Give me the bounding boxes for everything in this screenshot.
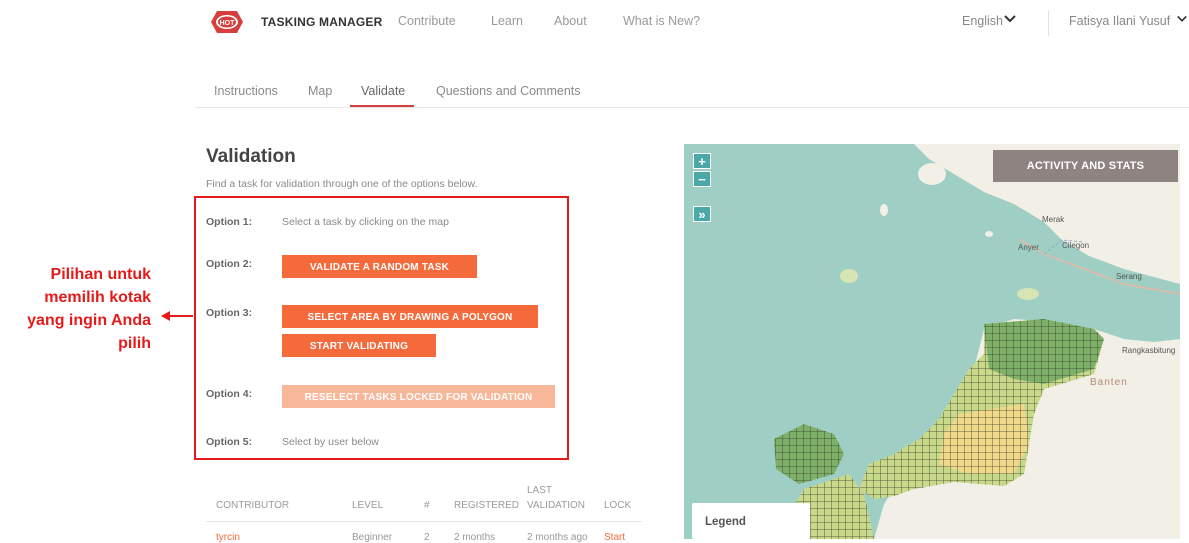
option-3-label: Option 3: bbox=[206, 307, 253, 319]
table-cell-last-validation: 2 months ago bbox=[527, 532, 588, 543]
zoom-in-button[interactable]: + bbox=[693, 153, 711, 169]
expand-map-button[interactable]: » bbox=[693, 206, 711, 222]
option-4-label: Option 4: bbox=[206, 388, 253, 400]
col-validation[interactable]: VALIDATION bbox=[527, 500, 585, 511]
col-level[interactable]: LEVEL bbox=[352, 500, 383, 511]
map-label-serang: Serang bbox=[1116, 272, 1142, 281]
zoom-out-button[interactable]: − bbox=[693, 171, 711, 187]
nav-about[interactable]: About bbox=[554, 14, 587, 28]
nav-contribute[interactable]: Contribute bbox=[398, 14, 456, 28]
tab-questions-comments[interactable]: Questions and Comments bbox=[436, 84, 581, 98]
start-lock-link[interactable]: Start bbox=[604, 532, 625, 543]
map-label-rangkasbitung: Rangkasbitung bbox=[1122, 346, 1176, 355]
map-legend[interactable]: Legend bbox=[692, 503, 810, 539]
callout-line: Pilihan untuk bbox=[50, 266, 151, 283]
page-subtitle: Find a task for validation through one o… bbox=[206, 178, 478, 190]
contributor-link[interactable]: tyrcin bbox=[216, 532, 240, 543]
map-label-anyer: Anyer bbox=[1018, 243, 1039, 252]
col-contributor[interactable]: CONTRIBUTOR bbox=[216, 500, 289, 511]
table-cell-count: 2 bbox=[424, 532, 430, 543]
tab-map[interactable]: Map bbox=[308, 84, 332, 98]
tab-instructions[interactable]: Instructions bbox=[214, 84, 278, 98]
col-registered[interactable]: REGISTERED bbox=[454, 500, 519, 511]
top-navigation: HOT TASKING MANAGER Contribute Learn Abo… bbox=[195, 0, 1189, 46]
language-selector[interactable]: English bbox=[962, 14, 1003, 28]
nav-learn[interactable]: Learn bbox=[491, 14, 523, 28]
divider bbox=[1048, 10, 1049, 36]
reselect-locked-tasks-button[interactable]: RESELECT TASKS LOCKED FOR VALIDATION bbox=[282, 385, 555, 408]
table-cell-registered: 2 months bbox=[454, 532, 496, 543]
tabs-divider bbox=[195, 107, 1189, 108]
col-last[interactable]: LAST bbox=[527, 485, 552, 496]
option-1-text: Select a task by clicking on the map bbox=[282, 216, 449, 228]
start-validating-button[interactable]: START VALIDATING bbox=[282, 334, 436, 357]
map-label-banten: Banten bbox=[1090, 377, 1128, 388]
option-5-label: Option 5: bbox=[206, 436, 253, 448]
brand-name[interactable]: TASKING MANAGER bbox=[261, 15, 382, 29]
user-menu[interactable]: Fatisya Ilani Yusuf bbox=[1069, 14, 1170, 28]
arrow-left-icon bbox=[161, 311, 193, 321]
option-2-label: Option 2: bbox=[206, 258, 253, 270]
option-1-label: Option 1: bbox=[206, 216, 253, 228]
select-area-polygon-button[interactable]: SELECT AREA BY DRAWING A POLYGON bbox=[282, 305, 538, 328]
map-label-merak: Merak bbox=[1042, 215, 1065, 224]
callout-line: memilih kotak bbox=[44, 289, 151, 306]
option-5-text: Select by user below bbox=[282, 436, 379, 448]
map-canvas[interactable] bbox=[684, 144, 1180, 539]
task-map[interactable] bbox=[684, 144, 1180, 539]
legend-title: Legend bbox=[705, 516, 746, 528]
page-title: Validation bbox=[206, 146, 296, 167]
table-header-divider bbox=[206, 521, 642, 522]
activity-and-stats-button[interactable]: ACTIVITY AND STATS bbox=[993, 150, 1178, 182]
validate-random-task-button[interactable]: VALIDATE A RANDOM TASK bbox=[282, 255, 477, 278]
col-count[interactable]: # bbox=[424, 500, 430, 511]
callout-annotation: Pilihan untuk memilih kotak yang ingin A… bbox=[0, 263, 151, 355]
map-label-cilegon: Cilegon bbox=[1062, 241, 1090, 250]
callout-line: pilih bbox=[118, 335, 151, 352]
col-lock[interactable]: LOCK bbox=[604, 500, 631, 511]
chevron-down-icon[interactable] bbox=[1003, 12, 1017, 26]
chevron-down-icon[interactable] bbox=[1176, 12, 1188, 26]
svg-text:HOT: HOT bbox=[220, 20, 236, 27]
nav-whats-new[interactable]: What is New? bbox=[623, 14, 700, 28]
table-cell-level: Beginner bbox=[352, 532, 393, 543]
callout-line: yang ingin Anda bbox=[27, 312, 151, 329]
hot-logo[interactable]: HOT bbox=[207, 7, 247, 37]
tab-validate[interactable]: Validate bbox=[361, 84, 405, 98]
